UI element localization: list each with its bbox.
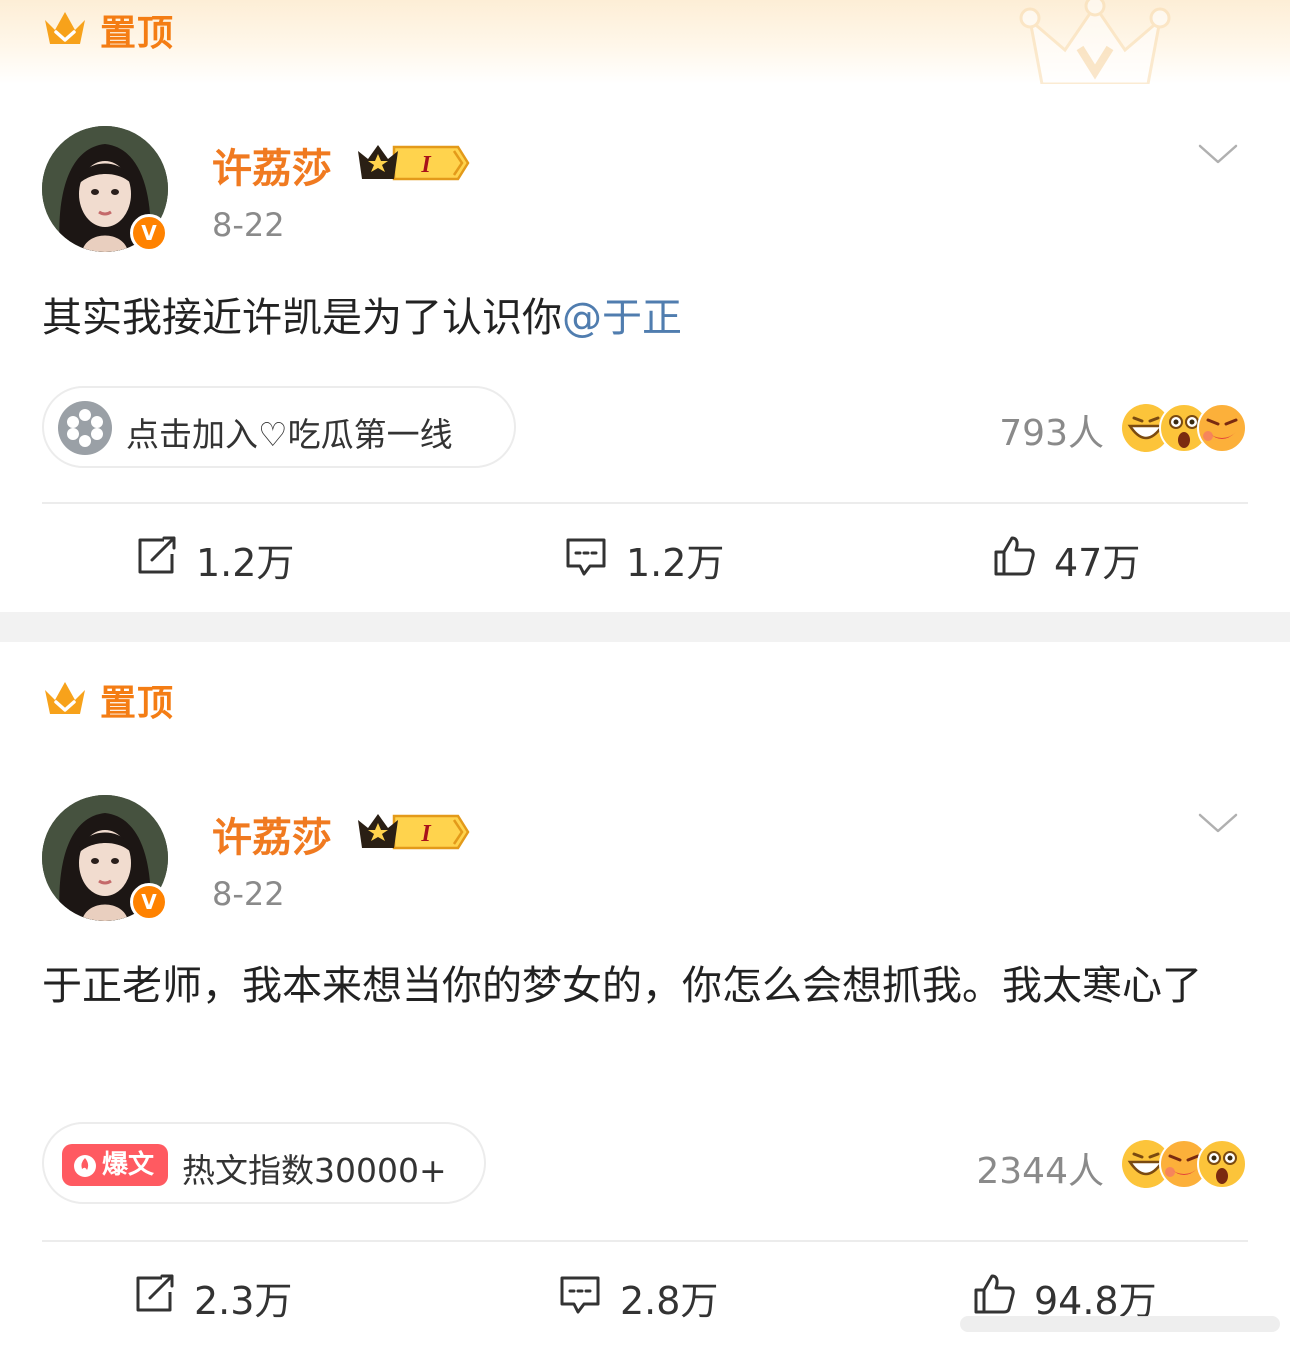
like-button[interactable]: 47万 xyxy=(992,528,1192,585)
super-topic-label: 点击加入♡吃瓜第一线 xyxy=(126,415,453,454)
reaction-emojis[interactable] xyxy=(1120,1138,1247,1190)
hot-tag-label: 爆文 xyxy=(102,1150,155,1180)
post-content: 其实我接近许凯是为了认识你@于正 xyxy=(42,284,1242,352)
repost-button[interactable]: 2.3万 xyxy=(132,1266,332,1323)
chevron-down-icon[interactable] xyxy=(1198,811,1238,835)
verified-badge: V xyxy=(130,214,168,252)
hot-post-chip[interactable]: 爆文 热文指数30000+ xyxy=(42,1122,486,1204)
verified-badge: V xyxy=(130,883,168,921)
comment-count: 2.8万 xyxy=(620,1279,719,1323)
super-topic-chip[interactable]: 点击加入♡吃瓜第一线 xyxy=(42,386,516,468)
post-content: 于正老师，我本来想当你的梦女的，你怎么会想抓我。我太寒心了 xyxy=(42,952,1242,1020)
hot-tag-badge: 爆文 xyxy=(62,1144,168,1186)
reaction-count: 793人 xyxy=(999,413,1104,454)
comment-icon xyxy=(566,538,606,576)
vip-level-text: I xyxy=(420,152,432,178)
comment-icon xyxy=(560,1276,600,1314)
post-text: 其实我接近许凯是为了认识你 xyxy=(42,295,562,341)
username[interactable]: 许荔莎 xyxy=(212,805,332,863)
hot-index-label: 热文指数30000+ xyxy=(182,1151,447,1190)
post-time: 8-22 xyxy=(212,875,285,913)
decorative-crown-icon xyxy=(1019,0,1171,84)
weibo-post-2[interactable]: 置顶 V 许荔莎 I 8-22 于正老师，我本来想当你的梦女的，你怎么会想抓我。… xyxy=(0,642,1290,1349)
vip-crown-badge-icon[interactable]: I xyxy=(354,141,470,185)
like-button[interactable]: 94.8万 xyxy=(972,1266,1212,1323)
weibo-post-1[interactable]: 置顶 V 许荔莎 I 8-22 其实我接近许凯是为了认识你@于正 点击加入♡吃瓜… xyxy=(0,0,1290,612)
repost-button[interactable]: 1.2万 xyxy=(134,528,334,585)
repost-icon xyxy=(136,1274,174,1312)
post-text: 于正老师，我本来想当你的梦女的，你怎么会想抓我。我太寒心了 xyxy=(42,963,1202,1009)
comment-button[interactable]: 2.8万 xyxy=(558,1266,758,1323)
vip-level-text: I xyxy=(420,821,432,847)
crown-icon xyxy=(45,682,85,714)
pinned-header: 置顶 xyxy=(0,670,1290,754)
pinned-label: 置顶 xyxy=(100,683,175,724)
mention-link[interactable]: @于正 xyxy=(562,295,682,341)
thumbs-up-icon xyxy=(974,1274,1015,1314)
feed-separator xyxy=(0,612,1290,642)
comment-button[interactable]: 1.2万 xyxy=(564,528,764,585)
repost-count: 1.2万 xyxy=(196,541,295,585)
pinned-label: 置顶 xyxy=(100,13,175,54)
chevron-down-icon[interactable] xyxy=(1198,142,1238,166)
vip-crown-badge-icon[interactable]: I xyxy=(354,810,470,854)
comment-count: 1.2万 xyxy=(626,541,725,585)
thumbs-up-icon xyxy=(994,536,1035,576)
angry-emoji-icon xyxy=(1197,403,1247,453)
reaction-count: 2344人 xyxy=(976,1151,1104,1192)
home-indicator xyxy=(960,1316,1280,1332)
repost-count: 2.3万 xyxy=(194,1279,293,1323)
like-count: 47万 xyxy=(1054,541,1141,585)
divider xyxy=(42,1240,1248,1242)
username[interactable]: 许荔莎 xyxy=(212,136,332,194)
reaction-emojis[interactable] xyxy=(1120,402,1247,454)
super-topic-icon xyxy=(58,401,112,455)
pinned-header: 置顶 xyxy=(0,0,1290,84)
shocked-emoji-icon xyxy=(1197,1139,1247,1189)
divider xyxy=(42,502,1248,504)
crown-icon xyxy=(45,12,85,44)
flame-icon xyxy=(74,1155,96,1177)
repost-icon xyxy=(138,536,176,574)
post-time: 8-22 xyxy=(212,206,285,244)
